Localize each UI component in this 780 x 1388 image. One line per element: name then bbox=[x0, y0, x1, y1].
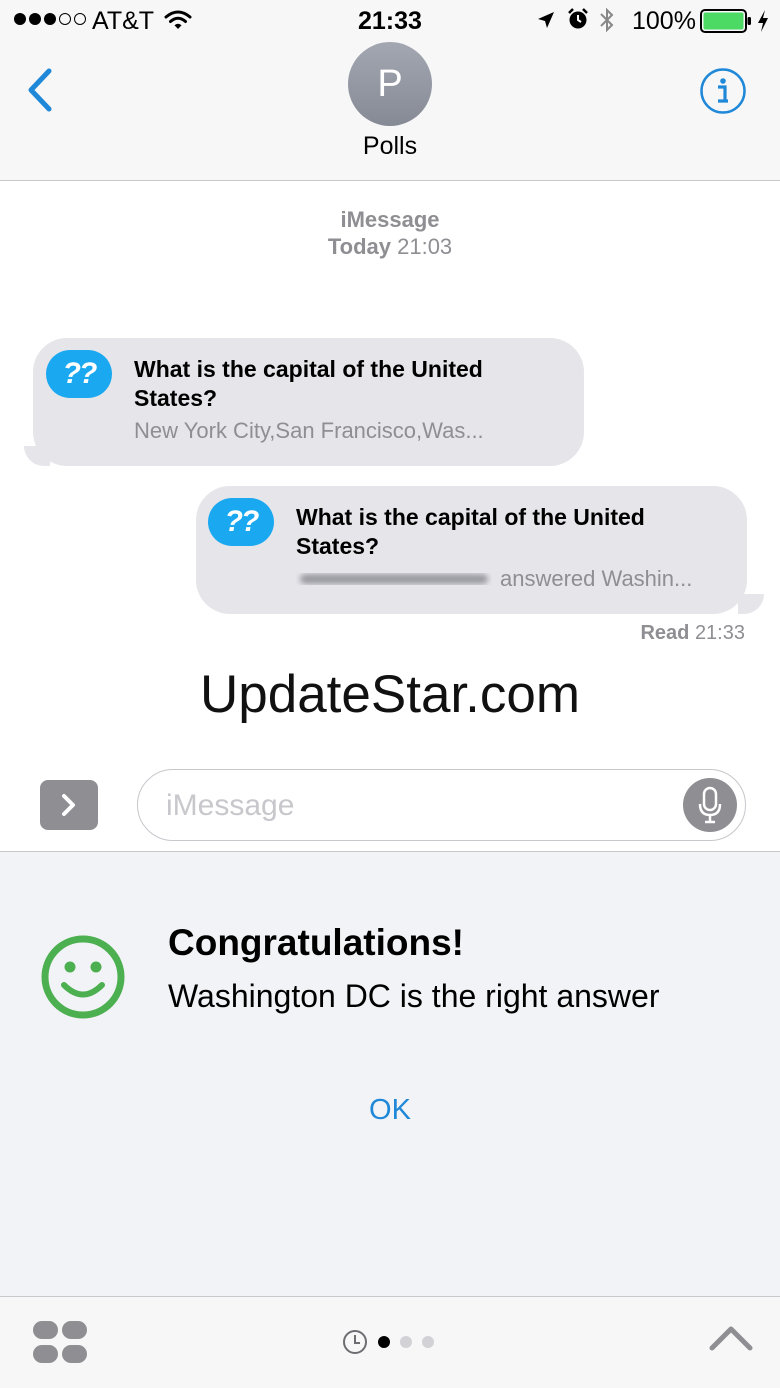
recents-clock-icon bbox=[343, 1330, 367, 1354]
poll-result-panel: Congratulations! Washington DC is the ri… bbox=[0, 851, 780, 1297]
app-drawer-toggle-button[interactable] bbox=[40, 780, 98, 830]
app-strip-bar bbox=[0, 1296, 780, 1388]
result-title: Congratulations! bbox=[168, 922, 464, 963]
alarm-icon bbox=[568, 8, 588, 29]
read-label: Read bbox=[640, 622, 690, 644]
microphone-icon bbox=[698, 786, 722, 824]
page-dot bbox=[400, 1336, 412, 1348]
watermark-text: UpdateStar.com bbox=[199, 665, 581, 724]
ok-button[interactable]: OK bbox=[340, 1088, 440, 1132]
info-icon[interactable] bbox=[699, 67, 747, 115]
read-receipt: Read 21:33 bbox=[640, 622, 745, 645]
poll-question-title: What is the capital of the United States… bbox=[134, 356, 483, 411]
battery-percent: 100% bbox=[632, 7, 696, 35]
message-input-container[interactable] bbox=[137, 769, 746, 841]
dictation-button[interactable] bbox=[683, 778, 737, 832]
date-label: Today bbox=[327, 234, 391, 259]
location-icon bbox=[538, 12, 554, 28]
back-chevron-icon[interactable] bbox=[25, 68, 55, 112]
poll-answer-preview: answered Washin... bbox=[500, 566, 693, 591]
poll-question-icon: ?? bbox=[208, 498, 274, 546]
charging-icon bbox=[758, 10, 768, 32]
page-dot bbox=[422, 1336, 434, 1348]
smiley-icon bbox=[41, 935, 125, 1019]
message-input[interactable] bbox=[164, 782, 688, 830]
contact-avatar[interactable]: P bbox=[348, 42, 432, 126]
result-message: Washington DC is the right answer bbox=[168, 978, 660, 1014]
wifi-icon bbox=[164, 10, 192, 29]
service-label: iMessage bbox=[340, 207, 440, 232]
status-bar: AT&T 21:33 100% bbox=[0, 0, 780, 42]
bluetooth-icon bbox=[600, 7, 614, 33]
app-grid-icon[interactable] bbox=[33, 1319, 89, 1365]
contact-name[interactable]: Polls bbox=[0, 132, 780, 161]
poll-question-icon: ?? bbox=[46, 350, 112, 398]
page-dot-active bbox=[378, 1336, 390, 1348]
poll-options-preview: New York City,San Francisco,Was... bbox=[134, 418, 484, 443]
chevron-right-icon bbox=[62, 794, 75, 816]
outgoing-poll-message[interactable]: ?? What is the capital of the United Sta… bbox=[196, 486, 747, 614]
carrier-label: AT&T bbox=[92, 7, 155, 35]
clock-time: 21:33 bbox=[358, 7, 422, 35]
conversation-date: Today 21:03 bbox=[0, 234, 780, 260]
chevron-up-icon[interactable] bbox=[708, 1323, 754, 1353]
page-indicator[interactable] bbox=[342, 1329, 434, 1355]
conversation-header: P Polls bbox=[0, 42, 780, 181]
date-time: 21:03 bbox=[397, 234, 453, 259]
read-time: 21:33 bbox=[694, 622, 745, 644]
incoming-poll-message[interactable]: ?? What is the capital of the United Sta… bbox=[33, 338, 584, 466]
redacted-username bbox=[300, 574, 488, 584]
signal-strength-icon bbox=[14, 13, 86, 25]
poll-question-title: What is the capital of the United States… bbox=[296, 504, 645, 559]
battery-icon bbox=[700, 9, 751, 33]
